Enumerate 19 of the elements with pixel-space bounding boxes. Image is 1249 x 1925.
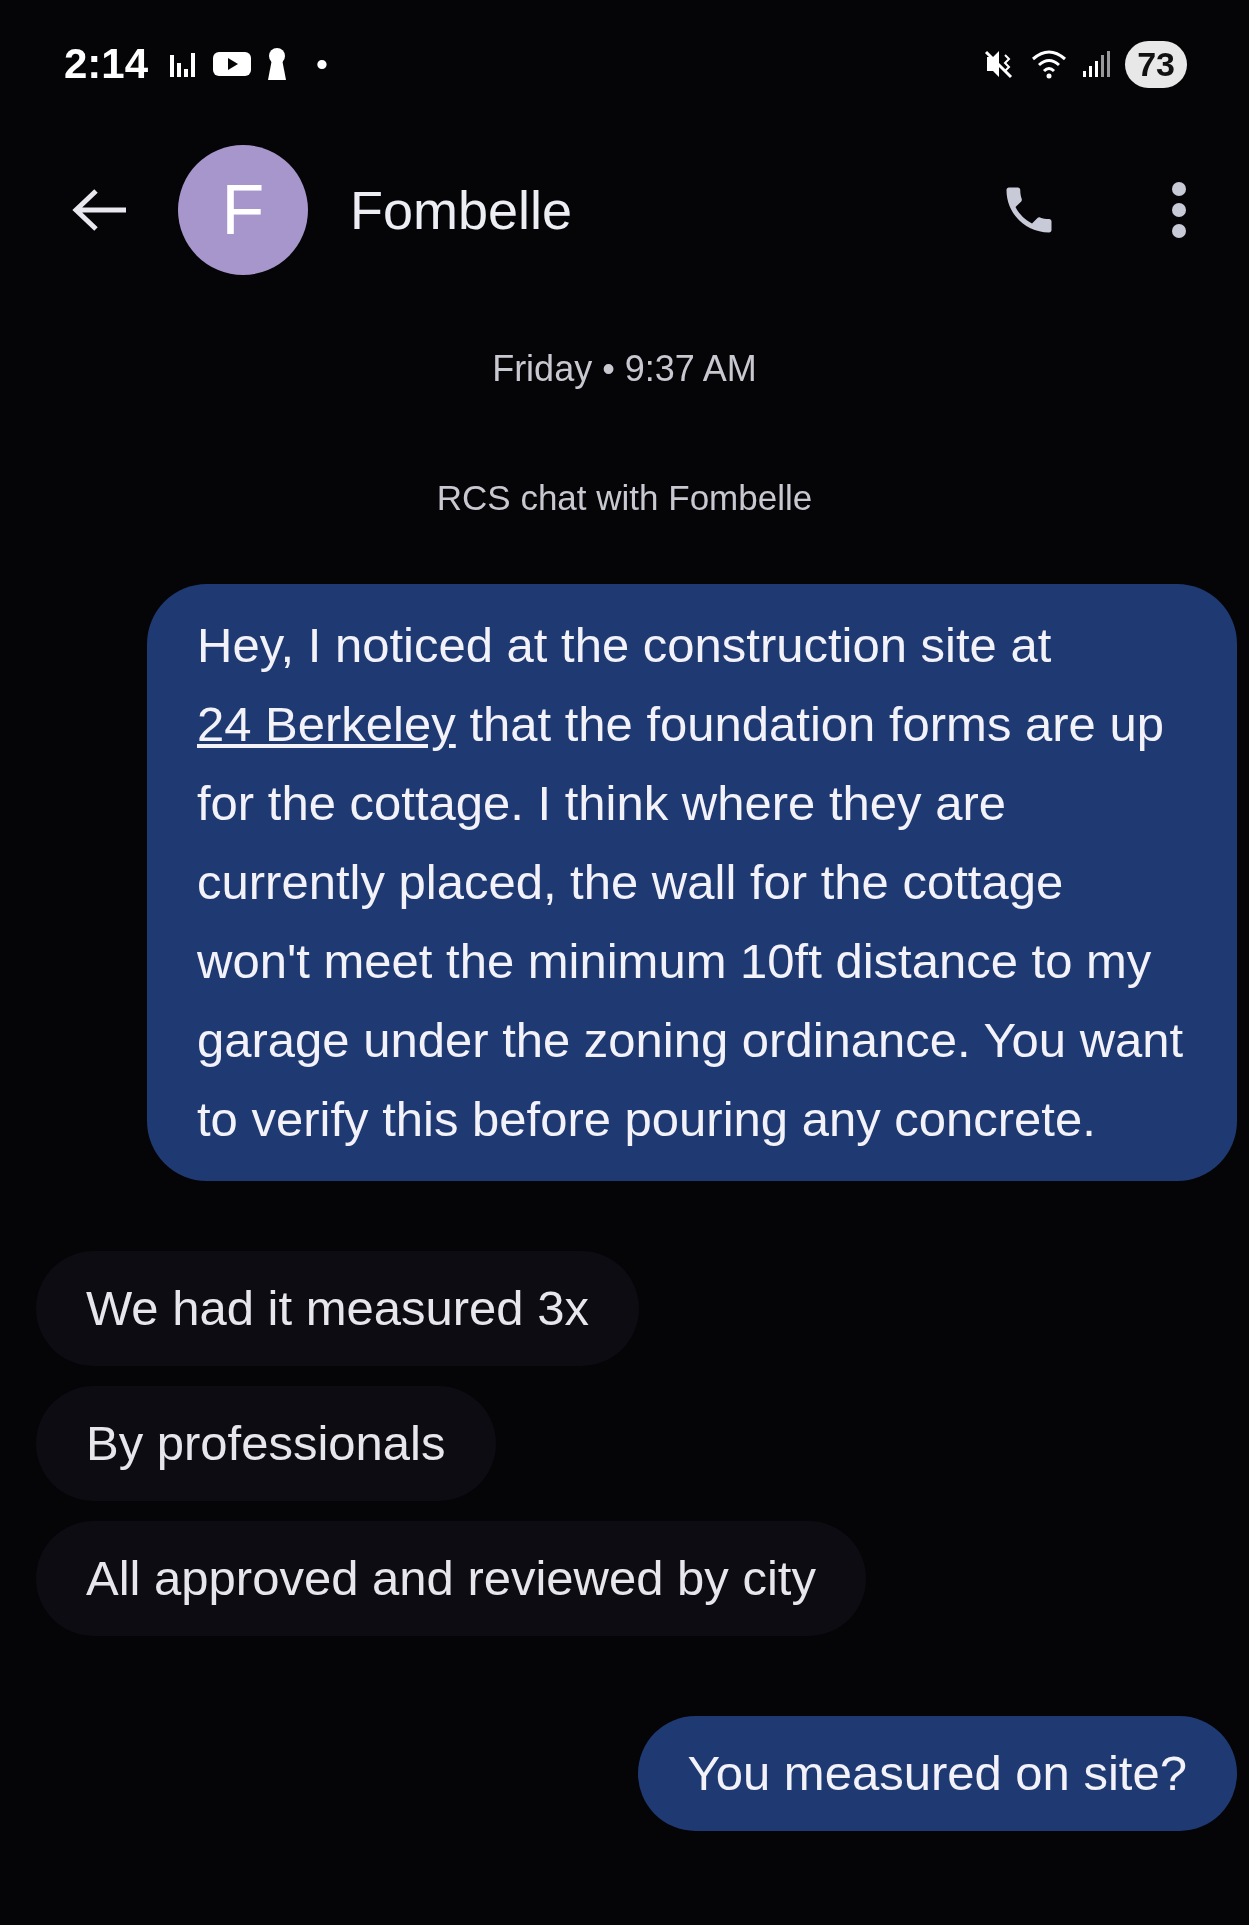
notification-dot: •	[316, 44, 328, 84]
contact-avatar: F	[178, 145, 308, 275]
battery-indicator: 73	[1125, 40, 1187, 88]
address-link[interactable]: 24 Berkeley	[197, 697, 456, 751]
more-options-icon[interactable]	[1169, 181, 1189, 239]
keyhole-icon	[266, 47, 289, 81]
back-arrow-icon[interactable]	[72, 188, 128, 232]
message-bubble: Hey, I noticed at the construction site at 24 Berkeley that the foundation forms are up for the cottage. I think where they are currently placed, the wall for the cottage won't meet the minimum 10ft distance to my garage under the zoning ordinance. You want to verify this before pouring any concrete.	[147, 584, 1237, 1181]
video-play-icon	[212, 49, 253, 79]
wifi-icon	[1031, 49, 1068, 79]
message-bubble: We had it measured 3x	[36, 1251, 639, 1366]
contact-name: Fombelle	[350, 179, 573, 241]
message-bubble: All approved and reviewed by city	[36, 1521, 866, 1636]
message-bubble: You measured on site?	[637, 1716, 1237, 1831]
chat-info-label: RCS chat with Fombelle	[435, 478, 814, 518]
message-bubble: By professionals	[36, 1386, 496, 1501]
date-label: Friday • 9:37 AM	[491, 348, 758, 390]
status-time: 2:14	[64, 40, 149, 88]
cellular-signal-icon	[1081, 49, 1112, 79]
